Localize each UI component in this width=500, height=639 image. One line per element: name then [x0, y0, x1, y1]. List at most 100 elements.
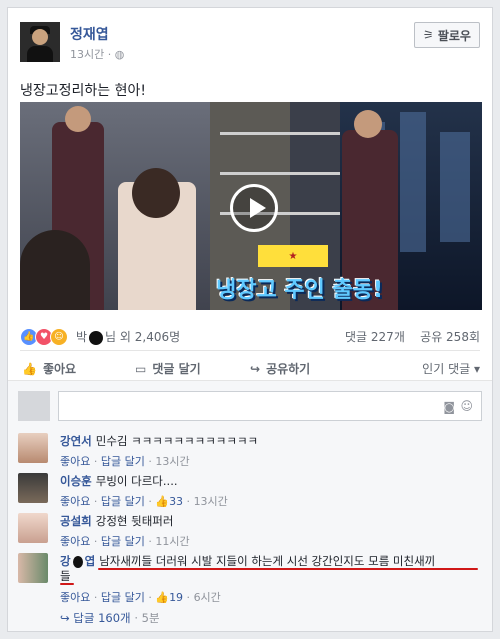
haha-reaction-icon: ☺ [50, 328, 68, 346]
comment-like-count[interactable]: 👍19 [155, 591, 183, 604]
comment-text: 무빙이 다르다.... [95, 474, 178, 488]
comment-label: 댓글 달기 [152, 362, 201, 376]
comment-body: 공설희 강정현 뒷태퍼러 [60, 513, 173, 529]
like-button[interactable]: 👍 좋아요 [22, 360, 76, 377]
share-button[interactable]: ↪ 공유하기 [250, 360, 310, 377]
avatar-head [32, 29, 48, 45]
engagement-counts: 댓글 227개 공유 258회 [345, 328, 480, 345]
comment-time[interactable]: 6시간 [194, 591, 221, 604]
comment-button[interactable]: ▭ 댓글 달기 [135, 360, 201, 377]
avatar-body [27, 46, 53, 62]
play-icon[interactable] [230, 184, 278, 232]
comment-meta: 좋아요 · 답글 달기 · 13시간 [60, 455, 190, 468]
comments-section: ◙ ☺ 강연서 민수김 ㅋㅋㅋㅋㅋㅋㅋㅋㅋㅋㅋㅋ 좋아요 · 답글 달기 · 13… [8, 380, 492, 631]
comment-meta: 좋아요 · 답글 달기 · 👍19 · 6시간 [60, 591, 221, 604]
commenter-name[interactable]: 이승훈 [60, 474, 92, 488]
building-window [400, 112, 426, 252]
commenter-avatar[interactable] [18, 553, 48, 583]
reply-arrow-icon: ↪ [60, 611, 70, 625]
sort-label: 인기 댓글 ▾ [422, 362, 480, 376]
video-player[interactable]: ★ 냉장고 주인 출동! [20, 102, 482, 310]
view-replies-link[interactable]: ↪ 답글 160개 · 5분 [60, 610, 160, 626]
post-header: 정재엽 13시간 · ◍ ⚞ 팔로우 [20, 22, 480, 72]
comment-composer: ◙ ☺ [18, 391, 482, 421]
commenter-name[interactable]: 강연서 [60, 434, 92, 448]
comment-input[interactable]: ◙ ☺ [58, 391, 482, 421]
reaction-name-prefix: 박 [76, 330, 88, 344]
like-label: 좋아요 [42, 362, 77, 376]
comment-body: 이승훈 무빙이 다르다.... [60, 473, 178, 489]
comment-like-link[interactable]: 좋아요 [60, 535, 90, 548]
post-card: 정재엽 13시간 · ◍ ⚞ 팔로우 냉장고정리하는 현아! ★ 냉장고 주인 … [7, 7, 493, 632]
comment-text: 남자새끼들 더러워 시발 지들이 하는게 시선 강간인지도 모름 미친새끼 [99, 554, 436, 568]
host-head [65, 106, 91, 132]
comment-meta: 좋아요 · 답글 달기 · 11시간 [60, 535, 190, 548]
comment-time[interactable]: 13시간 [155, 455, 189, 468]
comment-text: 민수김 ㅋㅋㅋㅋㅋㅋㅋㅋㅋㅋㅋㅋ [95, 434, 259, 448]
comment-body: 강 엽 남자새끼들 더러워 시발 지들이 하는게 시선 강간인지도 모름 미친새끼 [60, 553, 435, 569]
red-underline [98, 568, 478, 570]
commenter-name[interactable]: 강엽 [60, 554, 95, 568]
post-actions: 👍 좋아요 ▭ 댓글 달기 ↪ 공유하기 인기 댓글 ▾ [20, 356, 480, 380]
viewer-avatar [18, 391, 50, 421]
red-underline [60, 583, 74, 585]
thumbs-up-icon: 👍 [22, 361, 37, 376]
emoji-icon[interactable]: ☺ [460, 399, 473, 413]
post-caption: 냉장고정리하는 현아! [20, 83, 146, 99]
redacted-blot [89, 330, 104, 345]
reaction-names[interactable]: 박 님 외 2,406명 [76, 328, 180, 345]
comment-like-link[interactable]: 좋아요 [60, 455, 90, 468]
post-meta: 13시간 · ◍ [70, 46, 124, 62]
comment-icon: ▭ [135, 361, 147, 376]
video-sub-banner: ★ [258, 245, 328, 267]
rss-icon: ⚞ [423, 28, 434, 42]
globe-icon: · ◍ [107, 48, 125, 61]
comment-item: 공설희 강정현 뒷태퍼러 좋아요 · 답글 달기 · 11시간 [18, 513, 484, 553]
building-window [440, 132, 470, 242]
commenter-avatar[interactable] [18, 473, 48, 503]
follow-label: 팔로우 [437, 28, 471, 43]
follow-button[interactable]: ⚞ 팔로우 [414, 22, 480, 48]
host2-head [354, 110, 382, 138]
comment-text-continued: 들 [60, 569, 71, 583]
audience-head [20, 230, 90, 310]
fridge-shelf [220, 172, 340, 175]
comment-item: 강 엽 남자새끼들 더러워 시발 지들이 하는게 시선 강간인지도 모름 미친새끼 … [18, 553, 484, 617]
comment-reply-link[interactable]: 답글 달기 [101, 591, 145, 604]
share-label: 공유하기 [266, 362, 311, 376]
comment-time[interactable]: 13시간 [194, 495, 228, 508]
commenter-name[interactable]: 공설희 [60, 514, 92, 528]
comment-reply-link[interactable]: 답글 달기 [101, 495, 145, 508]
comment-item: 강연서 민수김 ㅋㅋㅋㅋㅋㅋㅋㅋㅋㅋㅋㅋ 좋아요 · 답글 달기 · 13시간 [18, 433, 484, 473]
comment-time[interactable]: 11시간 [155, 535, 189, 548]
comment-like-count[interactable]: 👍33 [155, 495, 183, 508]
camera-icon[interactable]: ◙ [443, 400, 455, 414]
comment-reply-link[interactable]: 답글 달기 [101, 455, 145, 468]
comment-body: 강연서 민수김 ㅋㅋㅋㅋㅋㅋㅋㅋㅋㅋㅋㅋ [60, 433, 258, 449]
sort-dropdown[interactable]: 인기 댓글 ▾ [422, 360, 480, 377]
post-time[interactable]: 13시간 [70, 48, 104, 61]
replies-time: · 5분 [134, 611, 160, 625]
video-overlay-text: 냉장고 주인 출동! [216, 278, 384, 303]
reactions-bar: 👍 ♥ ☺ 박 님 외 2,406명 댓글 227개 공유 258회 [20, 326, 480, 348]
guest-hair [132, 168, 180, 218]
share-icon: ↪ [250, 361, 261, 376]
commenter-avatar[interactable] [18, 513, 48, 543]
comment-like-link[interactable]: 좋아요 [60, 591, 90, 604]
comment-meta: 좋아요 · 답글 달기 · 👍33 · 13시간 [60, 495, 228, 508]
comment-like-link[interactable]: 좋아요 [60, 495, 90, 508]
divider [20, 350, 480, 351]
fridge-shelf [220, 132, 340, 135]
reaction-icons[interactable]: 👍 ♥ ☺ [20, 328, 68, 346]
comment-reply-link[interactable]: 답글 달기 [101, 535, 145, 548]
commenter-avatar[interactable] [18, 433, 48, 463]
redacted-blot [72, 555, 83, 568]
comment-item: 이승훈 무빙이 다르다.... 좋아요 · 답글 달기 · 👍33 · 13시간 [18, 473, 484, 513]
author-avatar[interactable] [20, 22, 60, 62]
reaction-name-suffix: 님 외 2,406명 [105, 330, 181, 344]
comment-text: 강정현 뒷태퍼러 [95, 514, 174, 528]
replies-label: 답글 160개 [73, 611, 131, 625]
shares-count[interactable]: 공유 258회 [420, 330, 480, 344]
comments-count[interactable]: 댓글 227개 [345, 330, 405, 344]
author-name[interactable]: 정재엽 [70, 24, 109, 44]
